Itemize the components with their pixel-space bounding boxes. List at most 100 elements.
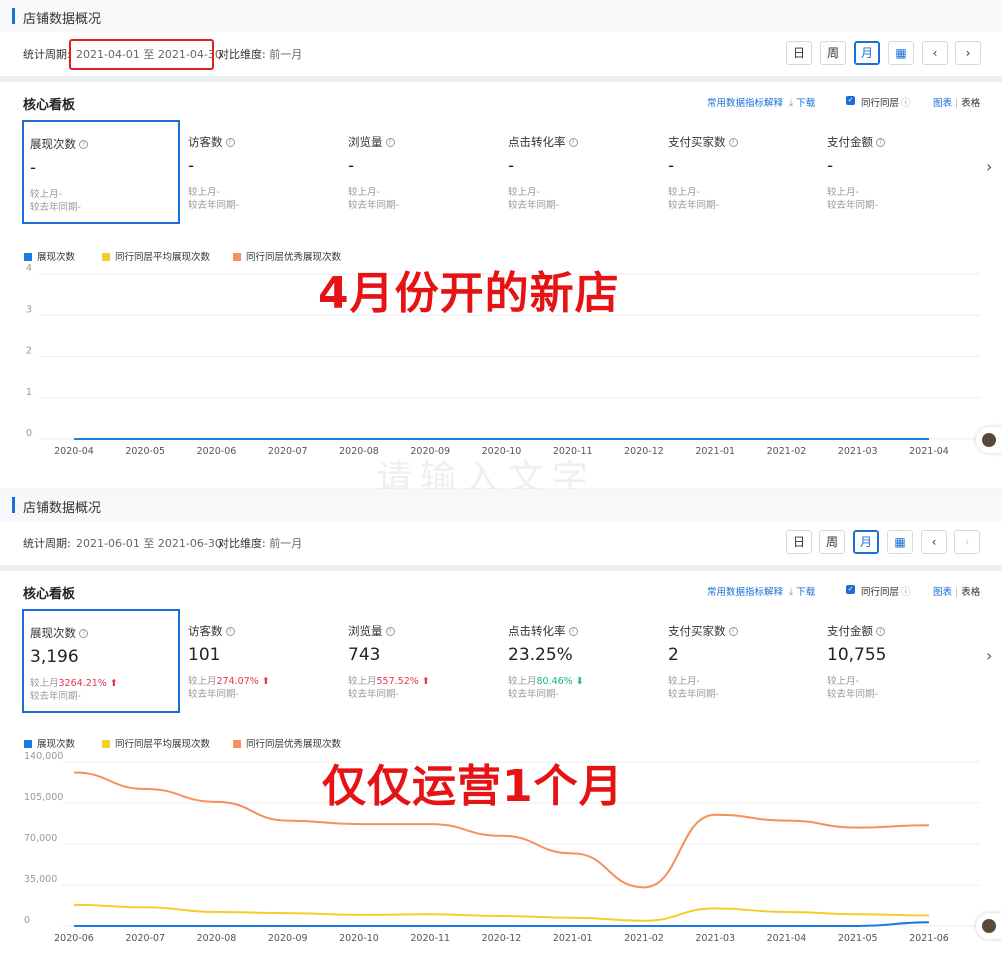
metric-help-link[interactable]: 常用数据指标解释 — [707, 584, 783, 598]
metric-card-pageviews[interactable]: 浏览量? - 较上月- 较去年同期- — [342, 120, 500, 224]
metric-name: 支付金额? — [827, 134, 885, 150]
y-tick-label: 4 — [26, 263, 32, 274]
mom-change: 较上月557.52% ⬆ — [348, 673, 430, 687]
metric-name: 点击转化率? — [508, 623, 578, 639]
compare-label: 对比维度: — [218, 48, 266, 61]
download-icon: ⤓ — [789, 587, 794, 598]
view-toggle[interactable]: 图表 | 表格 — [933, 95, 980, 109]
section-title: 店铺数据概况 — [23, 12, 102, 27]
metric-name-text: 访客数 — [188, 624, 223, 638]
question-icon: ? — [568, 627, 578, 636]
download-link[interactable]: ⤓ 下载 — [789, 584, 815, 598]
period-toolbar: 统计周期: 2021-06-01 至 2021-06-30 对比维度: 前一月 … — [0, 521, 1002, 565]
metric-card-payment[interactable]: 支付金额? - 较上月- 较去年同期- — [821, 120, 979, 224]
period-range[interactable]: 2021-06-01 至 2021-06-30 — [76, 535, 222, 551]
mom-change: 较上月274.07% ⬆ — [188, 673, 270, 687]
yoy-change: 较去年同期- — [668, 200, 719, 211]
metric-card-impressions[interactable]: 展现次数? 3,196 较上月3264.21% ⬆ 较去年同期- — [22, 609, 180, 713]
metric-card-payment[interactable]: 支付金额? 10,755 较上月- 较去年同期- — [821, 609, 979, 713]
metric-name-text: 支付金额 — [827, 135, 873, 149]
yoy-change: 较去年同期- — [668, 689, 719, 700]
legend-item[interactable]: 同行同层优秀展现次数 — [233, 736, 341, 750]
chevron-right-icon[interactable]: › — [986, 646, 992, 665]
y-tick-label: 70,000 — [24, 833, 57, 844]
metric-name-text: 浏览量 — [348, 624, 383, 638]
prev-icon[interactable]: ‹ — [922, 41, 948, 65]
y-tick-label: 2 — [26, 346, 32, 357]
calendar-icon[interactable]: ▦ — [887, 530, 913, 554]
compare-value: 前一月 — [269, 48, 303, 61]
day-button[interactable]: 日 — [786, 530, 812, 554]
yoy-change: 较去年同期- — [30, 202, 81, 213]
download-link[interactable]: ⤓ 下载 — [789, 95, 815, 109]
avatar-icon — [982, 919, 996, 933]
table-view[interactable]: 表格 — [961, 587, 980, 598]
yoy-change: 较去年同期- — [188, 689, 239, 700]
question-icon: ? — [225, 627, 235, 636]
legend-item[interactable]: 展现次数 — [24, 736, 75, 750]
series-line-1[interactable] — [73, 921, 930, 927]
metric-card-buyers[interactable]: 支付买家数? 2 较上月- 较去年同期- — [662, 609, 820, 713]
week-button[interactable]: 周 — [820, 41, 846, 65]
mom-change: 较上月80.46% ⬇ — [508, 673, 584, 687]
yoy-change: 较去年同期- — [348, 200, 399, 211]
day-button[interactable]: 日 — [786, 41, 812, 65]
x-tick-label: 2020-04 — [54, 446, 94, 457]
metric-name: 点击转化率? — [508, 134, 578, 150]
mom-change: 较上月- — [668, 676, 700, 687]
legend-item[interactable]: 同行同层平均展现次数 — [102, 736, 210, 750]
metric-value: - — [508, 156, 515, 176]
peer-checkbox[interactable]: ✓ — [846, 96, 855, 105]
y-tick-label: 140,000 — [24, 751, 63, 762]
metric-value: - — [30, 158, 37, 178]
metric-name-text: 点击转化率 — [508, 135, 566, 149]
section-title: 店铺数据概况 — [23, 501, 102, 516]
x-tick-label: 2021-03 — [695, 933, 735, 944]
week-button[interactable]: 周 — [819, 530, 845, 554]
assistant-avatar[interactable] — [976, 427, 1002, 453]
store-overview-panel-april: 店铺数据概况 统计周期: 2021-04-01 至 2021-04-30 对比维… — [0, 0, 1002, 488]
mom-change: 较上月- — [827, 187, 859, 198]
view-separator: | — [955, 98, 959, 109]
metric-name: 支付买家数? — [668, 134, 738, 150]
metric-card-impressions[interactable]: 展现次数? - 较上月- 较去年同期- — [22, 120, 180, 224]
metric-name-text: 支付买家数 — [668, 624, 726, 638]
next-icon[interactable]: › — [955, 41, 981, 65]
table-view[interactable]: 表格 — [961, 98, 980, 109]
assistant-avatar[interactable] — [976, 913, 1002, 939]
metric-card-visitors[interactable]: 访客数? - 较上月- 较去年同期- — [182, 120, 340, 224]
calendar-icon[interactable]: ▦ — [888, 41, 914, 65]
y-tick-label: 35,000 — [24, 874, 57, 885]
chart-view[interactable]: 图表 — [933, 98, 952, 109]
metric-card-pageviews[interactable]: 浏览量? 743 较上月557.52% ⬆ 较去年同期- — [342, 609, 500, 713]
metric-name-text: 浏览量 — [348, 135, 383, 149]
metric-card-ctr[interactable]: 点击转化率? 23.25% 较上月80.46% ⬇ 较去年同期- — [502, 609, 660, 713]
metric-name-text: 展现次数 — [30, 137, 76, 151]
yoy-change: 较去年同期- — [348, 689, 399, 700]
month-button[interactable]: 月 — [854, 41, 880, 65]
next-icon[interactable]: › — [954, 530, 980, 554]
metric-card-buyers[interactable]: 支付买家数? - 较上月- 较去年同期- — [662, 120, 820, 224]
y-tick-label: 3 — [26, 304, 32, 315]
month-button[interactable]: 月 — [853, 530, 879, 554]
chevron-right-icon[interactable]: › — [986, 157, 992, 176]
download-label: 下载 — [796, 98, 816, 109]
mom-change: 较上月- — [508, 187, 540, 198]
metric-card-visitors[interactable]: 访客数? 101 较上月274.07% ⬆ 较去年同期- — [182, 609, 340, 713]
metric-card-ctr[interactable]: 点击转化率? - 较上月- 较去年同期- — [502, 120, 660, 224]
x-tick-label: 2021-01 — [553, 933, 593, 944]
section-accent-bar — [12, 8, 15, 24]
section-header: 店铺数据概况 — [0, 0, 1002, 32]
view-toggle[interactable]: 图表 | 表格 — [933, 584, 980, 598]
question-icon: ? — [385, 627, 395, 636]
x-tick-label: 2020-08 — [197, 933, 237, 944]
metric-help-link[interactable]: 常用数据指标解释 — [707, 95, 783, 109]
series-line-2[interactable] — [73, 903, 930, 922]
chart-view[interactable]: 图表 — [933, 587, 952, 598]
mom-change: 较上月- — [348, 187, 380, 198]
metric-name: 浏览量? — [348, 134, 395, 150]
legend-swatch — [102, 740, 110, 748]
peer-checkbox[interactable]: ✓ — [846, 585, 855, 594]
y-tick-label: 0 — [26, 428, 32, 439]
prev-icon[interactable]: ‹ — [921, 530, 947, 554]
